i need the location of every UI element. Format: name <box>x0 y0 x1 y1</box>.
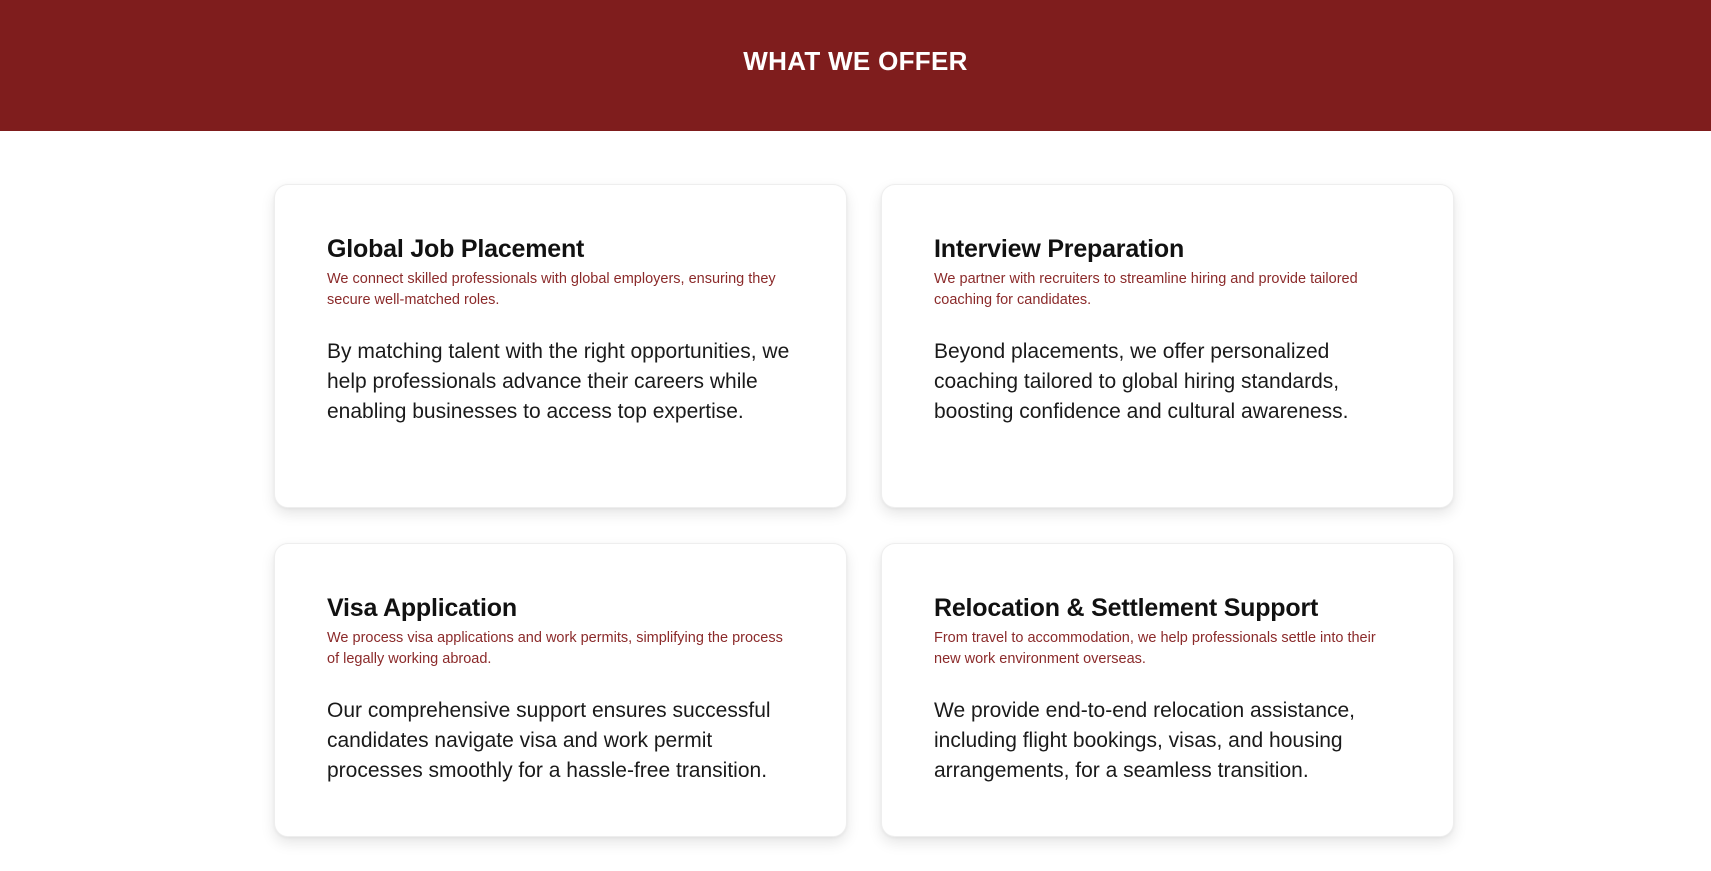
card-description: Our comprehensive support ensures succes… <box>327 699 771 782</box>
section-header-banner: WHAT WE OFFER <box>0 0 1711 131</box>
card-subtitle: We connect skilled professionals with gl… <box>327 271 776 308</box>
service-card-global-job-placement: Global Job Placement We connect skilled … <box>274 184 847 508</box>
card-title: Interview Preparation <box>934 235 1185 263</box>
service-card-interview-preparation: Interview Preparation We partner with re… <box>881 184 1454 508</box>
service-card-visa-application: Visa Application We process visa applica… <box>274 543 847 837</box>
card-description: By matching talent with the right opport… <box>327 340 790 423</box>
card-title: Global Job Placement <box>327 235 585 263</box>
card-subtitle: We process visa applications and work pe… <box>327 630 783 667</box>
card-subtitle: We partner with recruiters to streamline… <box>934 271 1358 308</box>
card-subtitle: From travel to accommodation, we help pr… <box>934 630 1376 667</box>
card-title: Relocation & Settlement Support <box>934 594 1319 622</box>
section-title: WHAT WE OFFER <box>743 46 968 76</box>
card-description: Beyond placements, we offer personalized… <box>934 340 1349 423</box>
card-description: We provide end-to-end relocation assista… <box>934 699 1356 782</box>
service-card-relocation-settlement: Relocation & Settlement Support From tra… <box>881 543 1454 837</box>
card-title: Visa Application <box>327 594 517 622</box>
